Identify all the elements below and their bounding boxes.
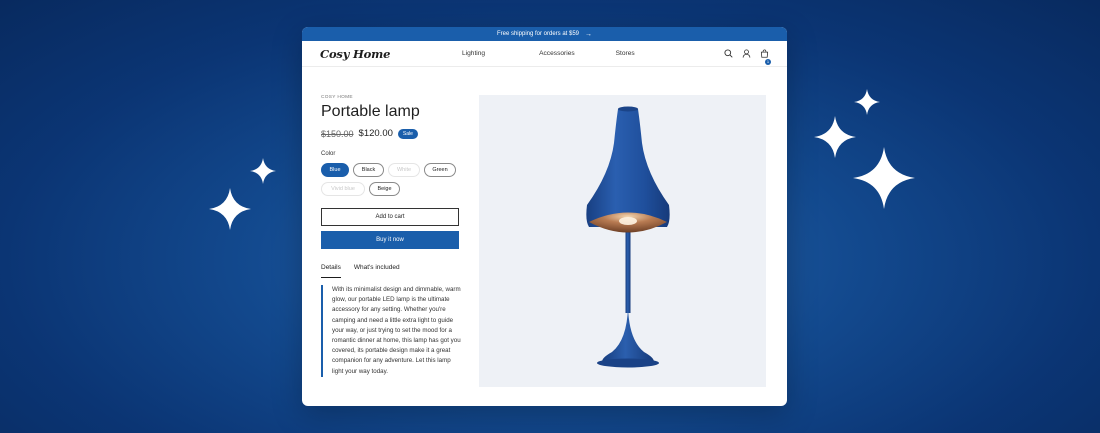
price-row: $150.00 $120.00 Sale bbox=[321, 128, 461, 139]
site-header: Cosy Home Lighting Accessories Stores 1 bbox=[302, 41, 787, 67]
color-label: Color bbox=[321, 151, 336, 157]
main-nav: Lighting Accessories Stores bbox=[462, 50, 635, 57]
tab-whats-included[interactable]: What's included bbox=[354, 264, 400, 278]
sale-price: $120.00 bbox=[358, 128, 393, 139]
announcement-bar[interactable]: Free shipping for orders at $59 → bbox=[302, 27, 787, 41]
sparkle-icon bbox=[209, 188, 251, 230]
nav-link-stores[interactable]: Stores bbox=[616, 50, 635, 57]
sparkle-icon bbox=[853, 147, 915, 209]
product-brand: COSY HOME bbox=[321, 95, 353, 100]
sparkle-icon bbox=[814, 116, 856, 158]
arrow-right-icon: → bbox=[585, 30, 593, 38]
color-option-vivid-blue[interactable]: Vivid blue bbox=[321, 182, 365, 196]
search-icon[interactable] bbox=[724, 49, 733, 58]
cart-count-badge: 1 bbox=[765, 58, 771, 65]
color-option-beige[interactable]: Beige bbox=[369, 182, 400, 196]
color-option-blue[interactable]: Blue bbox=[321, 163, 349, 177]
product-image bbox=[479, 95, 766, 387]
product-tabs: Details What's included bbox=[321, 264, 461, 278]
sparkle-icon bbox=[250, 158, 276, 184]
nav-link-lighting[interactable]: Lighting bbox=[462, 50, 485, 57]
nav-link-accessories[interactable]: Accessories bbox=[539, 50, 575, 57]
original-price: $150.00 bbox=[321, 128, 354, 139]
account-icon[interactable] bbox=[742, 49, 751, 58]
logo[interactable]: Cosy Home bbox=[320, 47, 390, 61]
header-icons: 1 bbox=[724, 45, 771, 65]
lamp-image bbox=[586, 106, 670, 368]
announcement-text: Free shipping for orders at $59 bbox=[496, 31, 580, 37]
add-to-cart-button[interactable]: Add to cart bbox=[321, 208, 459, 226]
cart-button[interactable]: 1 bbox=[760, 45, 771, 65]
color-options: Blue Black White Green Vivid blue Beige bbox=[321, 163, 456, 196]
product-title: Portable lamp bbox=[321, 103, 420, 120]
sparkle-icon bbox=[854, 89, 880, 115]
product-description: With its minimalist design and dimmable,… bbox=[321, 285, 463, 377]
buy-now-button[interactable]: Buy it now bbox=[321, 231, 459, 249]
color-option-green[interactable]: Green bbox=[424, 163, 456, 177]
color-option-white[interactable]: White bbox=[388, 163, 420, 177]
product-info: COSY HOME Portable lamp $150.00 $120.00 … bbox=[321, 95, 461, 377]
color-option-black[interactable]: Black bbox=[353, 163, 384, 177]
tab-details[interactable]: Details bbox=[321, 264, 341, 278]
cart-icon bbox=[760, 48, 769, 58]
sale-badge: Sale bbox=[397, 128, 418, 139]
product-page-window: Free shipping for orders at $59 → Cosy H… bbox=[302, 27, 787, 406]
